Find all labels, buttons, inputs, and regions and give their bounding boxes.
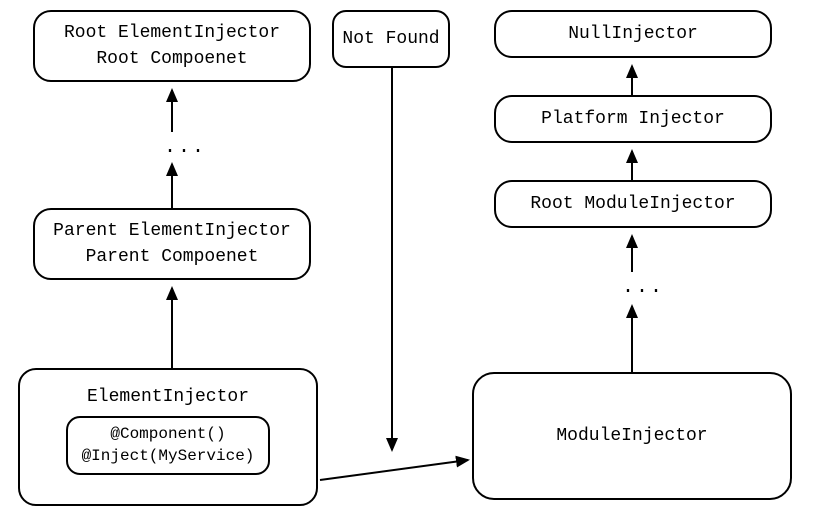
platform-injector-box: Platform Injector — [494, 95, 772, 143]
root-element-injector-box: Root ElementInjector Root Compoenet — [33, 10, 311, 82]
root-module-injector-box: Root ModuleInjector — [494, 180, 772, 228]
component-inject-box: @Component() @Inject(MyService) — [66, 416, 271, 475]
null-injector-label: NullInjector — [568, 21, 698, 47]
component-annotation: @Component() — [82, 424, 255, 446]
root-element-injector-line1: Root ElementInjector — [64, 20, 280, 46]
module-injector-label: ModuleInjector — [556, 423, 707, 449]
null-injector-box: NullInjector — [494, 10, 772, 58]
root-element-injector-line2: Root Compoenet — [96, 46, 247, 72]
left-ellipsis: ... — [164, 136, 206, 159]
root-module-injector-label: Root ModuleInjector — [530, 191, 735, 217]
platform-injector-label: Platform Injector — [541, 106, 725, 132]
element-injector-box: ElementInjector @Component() @Inject(MyS… — [18, 368, 318, 506]
module-injector-box: ModuleInjector — [472, 372, 792, 500]
not-found-label: Not Found — [342, 26, 439, 52]
not-found-box: Not Found — [332, 10, 450, 68]
inject-annotation: @Inject(MyService) — [82, 446, 255, 468]
right-ellipsis: ... — [622, 276, 664, 299]
parent-element-injector-line2: Parent Compoenet — [86, 244, 259, 270]
parent-element-injector-line1: Parent ElementInjector — [53, 218, 291, 244]
element-injector-title: ElementInjector — [87, 384, 249, 410]
parent-element-injector-box: Parent ElementInjector Parent Compoenet — [33, 208, 311, 280]
